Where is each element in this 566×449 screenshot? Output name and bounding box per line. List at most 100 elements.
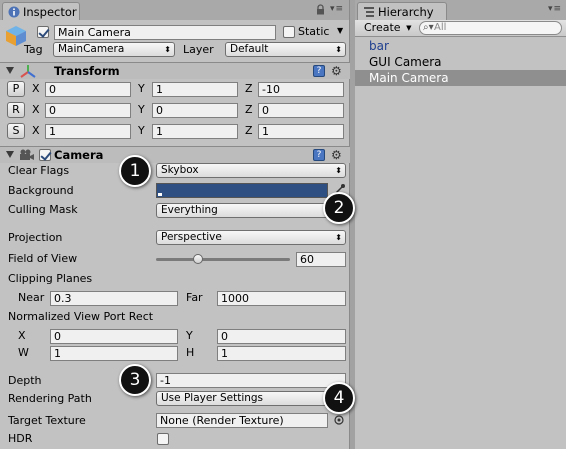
dropdown-arrow-icon: ⬍	[335, 233, 342, 242]
tag-dropdown-value: MainCamera	[58, 43, 125, 55]
search-icon[interactable]: ⌕▾	[423, 22, 434, 34]
culling-mask-dropdown[interactable]: Everything ⬍	[156, 203, 346, 218]
viewport-y-label: Y	[186, 329, 193, 342]
alpha-bar	[158, 193, 162, 196]
gear-icon[interactable]: ⚙	[331, 149, 342, 161]
hierarchy-item[interactable]: bar	[355, 38, 566, 54]
transform-title: Transform	[54, 64, 120, 78]
position-y-field[interactable]: 1	[152, 82, 238, 97]
scale-y-field[interactable]: 1	[152, 124, 238, 139]
axis-z-label: Z	[245, 124, 253, 137]
help-icon[interactable]: ?	[313, 149, 325, 161]
inspector-tab-label: Inspector	[23, 5, 77, 19]
position-button[interactable]: P	[7, 81, 25, 97]
panel-menu-icon[interactable]: ▾≡	[330, 4, 344, 14]
layer-dropdown[interactable]: Default ⬍	[225, 42, 346, 57]
axis-y-label: Y	[138, 103, 145, 116]
camera-enabled-checkbox[interactable]	[39, 149, 51, 161]
hierarchy-item-selected[interactable]: Main Camera	[355, 70, 566, 86]
near-field[interactable]: 0.3	[50, 291, 178, 306]
culling-mask-label: Culling Mask	[8, 203, 78, 216]
rotation-y-field[interactable]: 0	[152, 103, 238, 118]
rotation-z-field[interactable]: 0	[258, 103, 344, 118]
fold-arrow-icon[interactable]	[6, 67, 14, 74]
far-label: Far	[186, 291, 203, 304]
gear-icon[interactable]: ⚙	[331, 65, 342, 77]
dropdown-arrow-icon: ▼	[406, 24, 412, 32]
list-icon	[364, 7, 374, 17]
fov-slider-thumb[interactable]	[193, 254, 204, 264]
dropdown-arrow-icon: ⬍	[335, 166, 342, 175]
hierarchy-toolbar: Create ▼ ⌕▾ All	[355, 20, 566, 37]
depth-label: Depth	[8, 374, 42, 387]
position-z-field[interactable]: -10	[258, 82, 344, 97]
hierarchy-tab-label: Hierarchy	[378, 5, 434, 19]
viewport-w-label: W	[18, 346, 29, 359]
rendering-path-value: Use Player Settings	[161, 392, 264, 404]
rotation-button[interactable]: R	[7, 102, 25, 118]
camera-header[interactable]: Camera ? ⚙	[0, 146, 350, 163]
scale-z-field[interactable]: 1	[258, 124, 344, 139]
viewport-x-label: X	[18, 329, 26, 342]
viewport-rect-label: Normalized View Port Rect	[8, 310, 154, 323]
axes-icon	[20, 65, 36, 78]
hierarchy-tabbar: Hierarchy ▾≡	[355, 0, 566, 20]
target-texture-field[interactable]: None (Render Texture)	[156, 413, 328, 428]
far-field[interactable]: 1000	[217, 291, 346, 306]
clear-flags-label: Clear Flags	[8, 164, 70, 177]
viewport-w-field[interactable]: 1	[50, 346, 178, 361]
clear-flags-value: Skybox	[161, 164, 199, 176]
active-checkbox[interactable]	[37, 26, 49, 38]
dropdown-arrow-icon: ⬍	[164, 45, 171, 54]
viewport-x-field[interactable]: 0	[50, 329, 178, 344]
axis-x-label: X	[32, 103, 40, 116]
scale-button[interactable]: S	[7, 123, 25, 139]
panel-menu-icon[interactable]: ▾≡	[548, 4, 562, 14]
projection-dropdown[interactable]: Perspective ⬍	[156, 230, 346, 245]
inspector-panel: Inspector ▾≡ Main Camera Static ▼ Tag Ma…	[0, 0, 350, 449]
viewport-y-field[interactable]: 0	[217, 329, 346, 344]
inspector-tabbar: Inspector ▾≡	[0, 0, 349, 20]
clear-flags-dropdown[interactable]: Skybox ⬍	[156, 163, 346, 178]
object-name-field[interactable]: Main Camera	[54, 25, 276, 40]
camera-icon	[20, 149, 34, 160]
static-label: Static	[298, 25, 330, 38]
fov-field[interactable]: 60	[296, 252, 346, 267]
hierarchy-item[interactable]: GUI Camera	[355, 54, 566, 70]
fold-arrow-icon[interactable]	[6, 151, 14, 158]
callout-badge-2: 2	[323, 192, 355, 224]
rendering-path-dropdown[interactable]: Use Player Settings ⬍	[156, 391, 346, 406]
hierarchy-search[interactable]: ⌕▾ All	[419, 21, 562, 35]
tag-dropdown[interactable]: MainCamera ⬍	[53, 42, 175, 57]
help-icon[interactable]: ?	[313, 65, 325, 77]
position-x-field[interactable]: 0	[45, 82, 131, 97]
hierarchy-panel: Hierarchy ▾≡ Create ▼ ⌕▾ All bar GUI Cam…	[355, 0, 566, 449]
static-checkbox[interactable]	[283, 26, 295, 38]
rotation-x-field[interactable]: 0	[45, 103, 131, 118]
axis-z-label: Z	[245, 103, 253, 116]
background-color-swatch[interactable]	[156, 183, 328, 198]
dropdown-arrow-icon: ⬍	[335, 45, 342, 54]
create-button[interactable]: Create ▼	[359, 21, 415, 35]
lock-icon[interactable]	[316, 4, 325, 15]
target-icon[interactable]	[334, 415, 344, 425]
depth-field[interactable]: -1	[156, 373, 346, 388]
hdr-checkbox[interactable]	[157, 433, 169, 445]
axis-z-label: Z	[245, 82, 253, 95]
static-dropdown-arrow-icon[interactable]: ▼	[337, 26, 343, 35]
transform-header[interactable]: Transform ? ⚙	[0, 62, 350, 79]
fov-label: Field of View	[8, 252, 78, 265]
axis-x-label: X	[32, 124, 40, 137]
create-label: Create	[364, 21, 401, 34]
axis-y-label: Y	[138, 82, 145, 95]
callout-badge-3: 3	[119, 364, 151, 396]
hierarchy-tab[interactable]: Hierarchy	[357, 2, 447, 20]
projection-label: Projection	[8, 231, 63, 244]
search-placeholder: All	[434, 22, 447, 33]
near-label: Near	[18, 291, 45, 304]
inspector-tab[interactable]: Inspector	[2, 2, 80, 20]
clipping-planes-label: Clipping Planes	[8, 272, 93, 285]
viewport-h-field[interactable]: 1	[217, 346, 346, 361]
scale-x-field[interactable]: 1	[45, 124, 131, 139]
fov-slider[interactable]	[156, 254, 290, 264]
